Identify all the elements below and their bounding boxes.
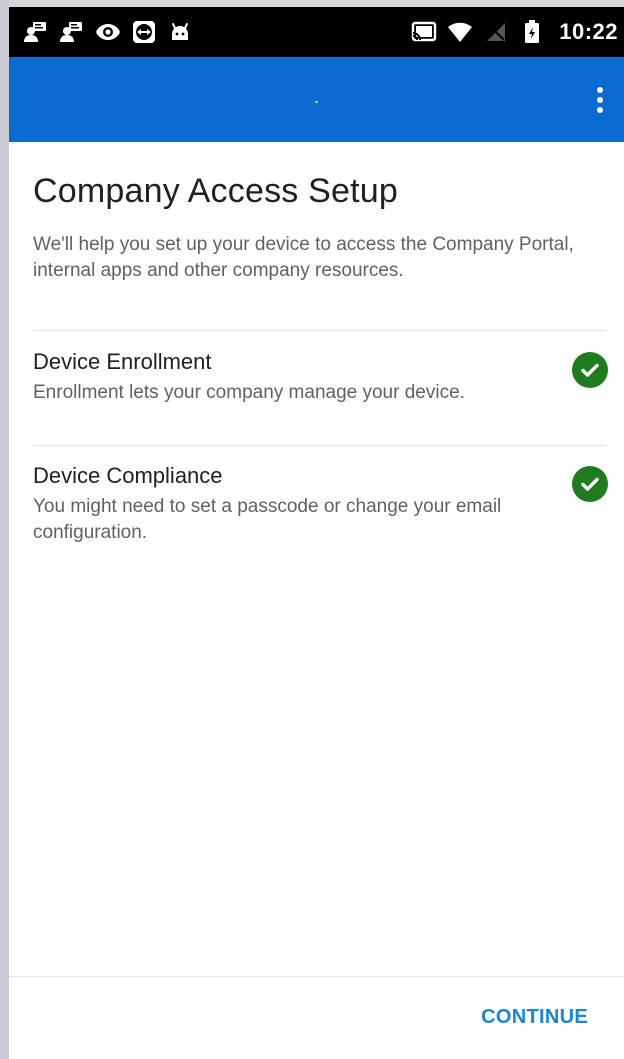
eye-icon xyxy=(95,19,121,45)
step-device-compliance: Device Compliance You might need to set … xyxy=(33,462,608,546)
page-description: We'll help you set up your device to acc… xyxy=(33,234,574,281)
cast-icon xyxy=(411,19,437,45)
android-icon xyxy=(167,19,193,45)
overflow-dot xyxy=(597,97,603,103)
step-description: Enrollment lets your company manage your… xyxy=(33,382,465,403)
user-card-icon xyxy=(23,19,49,45)
device-bezel-top xyxy=(0,0,624,7)
footer-divider xyxy=(9,976,624,977)
step-device-enrollment: Device Enrollment Enrollment lets your c… xyxy=(33,348,608,406)
wifi-icon xyxy=(447,19,473,45)
overflow-dot xyxy=(597,107,603,113)
app-bar: . xyxy=(9,57,624,142)
device-bezel-left xyxy=(0,0,9,1059)
divider xyxy=(33,330,606,331)
status-bar-clock: 10:22 xyxy=(559,19,618,44)
check-circle-icon xyxy=(572,466,608,502)
user-card-icon xyxy=(59,19,85,45)
status-bar-system: 10:22 xyxy=(411,19,618,45)
continue-button[interactable]: CONTINUE xyxy=(481,1006,588,1029)
overflow-menu-button[interactable] xyxy=(588,81,612,119)
step-description: You might need to set a passcode or chan… xyxy=(33,496,502,543)
step-title: Device Enrollment xyxy=(33,349,212,374)
status-bar: 10:22 xyxy=(9,7,624,57)
battery-icon xyxy=(519,19,545,45)
page-title: Company Access Setup xyxy=(33,172,398,210)
step-title: Device Compliance xyxy=(33,463,223,488)
check-circle-icon xyxy=(572,352,608,388)
app-bar-title: . xyxy=(313,87,319,107)
status-bar-notifications xyxy=(23,19,193,45)
divider xyxy=(33,445,606,446)
teamviewer-icon xyxy=(131,19,157,45)
no-signal-icon xyxy=(483,19,509,45)
overflow-dot xyxy=(597,87,603,93)
